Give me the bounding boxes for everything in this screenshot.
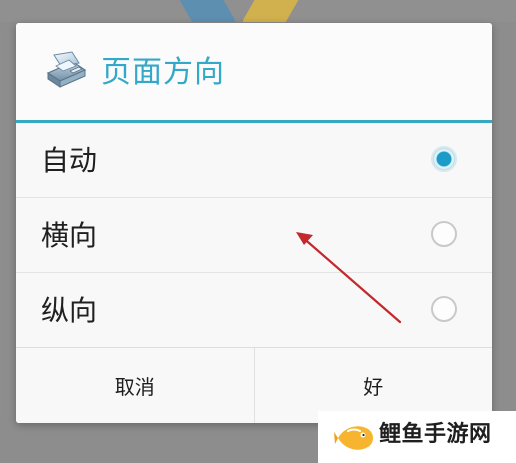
page-orientation-dialog: 页面方向 自动 横向 纵向 取消 好 <box>16 23 492 423</box>
dialog-title: 页面方向 <box>101 55 225 90</box>
option-label-auto: 自动 <box>41 144 98 177</box>
background-logo-fragment <box>170 0 320 22</box>
background-logo-blue-shape <box>176 0 238 22</box>
orientation-option-portrait[interactable]: 纵向 <box>16 273 492 348</box>
orientation-option-auto[interactable]: 自动 <box>16 123 492 198</box>
option-label-portrait: 纵向 <box>41 294 98 327</box>
radio-button-portrait[interactable] <box>431 296 457 322</box>
orientation-option-list: 自动 横向 纵向 <box>16 123 492 348</box>
radio-button-landscape[interactable] <box>431 221 457 247</box>
dialog-header: 页面方向 <box>16 23 492 123</box>
option-label-landscape: 横向 <box>41 219 98 252</box>
watermark: 鲤鱼手游网 <box>318 411 516 463</box>
fish-logo <box>334 419 376 457</box>
radio-button-auto-selected[interactable] <box>431 146 457 172</box>
watermark-text: 鲤鱼手游网 <box>379 422 492 447</box>
background-logo-yellow-shape <box>240 0 302 22</box>
orientation-option-landscape[interactable]: 横向 <box>16 198 492 273</box>
printer-icon <box>42 51 90 91</box>
cancel-button[interactable]: 取消 <box>16 348 254 423</box>
